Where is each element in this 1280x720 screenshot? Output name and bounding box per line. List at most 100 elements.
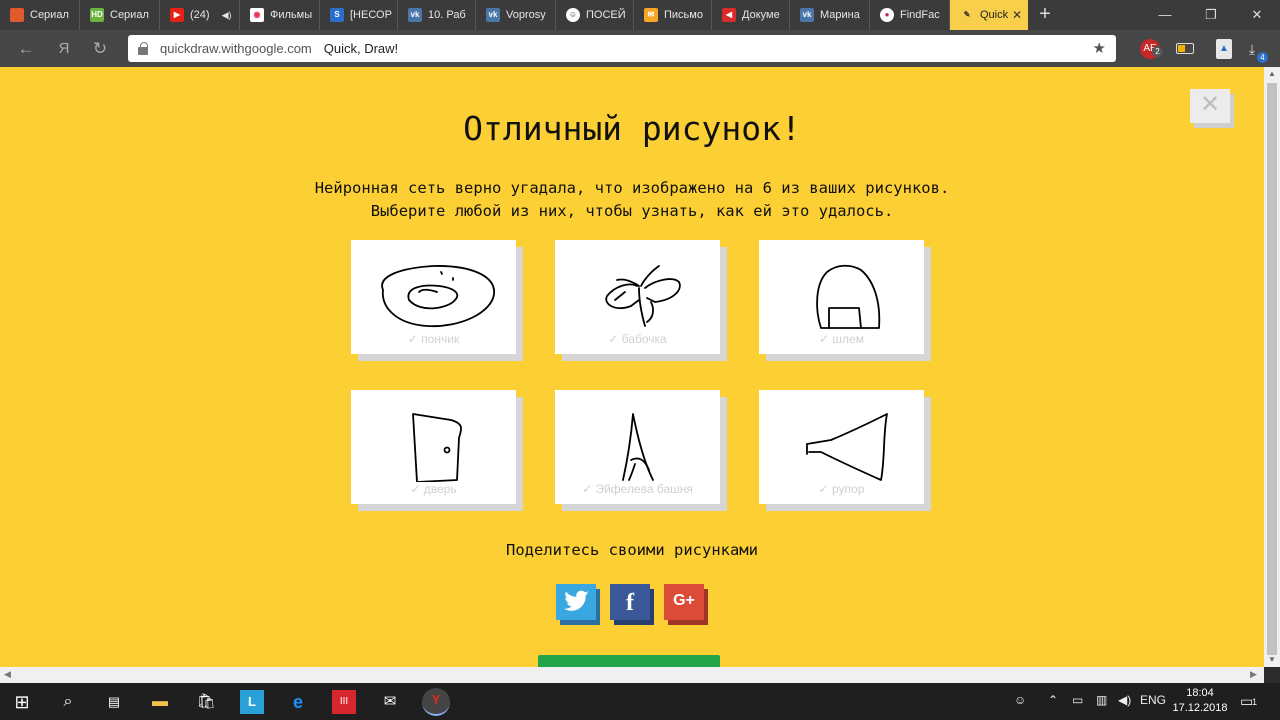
scroll-left-icon[interactable]: ◀ xyxy=(4,669,11,680)
drawing-label: ✓ пончик xyxy=(407,332,460,346)
drawing-label: ✓ рупор xyxy=(818,482,865,496)
media-app-icon[interactable]: III xyxy=(332,690,356,714)
quickdraw-icon: ✎ xyxy=(963,10,971,19)
browser-tab-1[interactable]: Сериал xyxy=(0,0,80,30)
windows-start-icon[interactable]: ⊞ xyxy=(10,690,34,714)
tab-label: ПОСЕЙ xyxy=(586,9,626,21)
people-icon[interactable]: ☺ xyxy=(1014,693,1026,707)
vertical-scrollbar[interactable]: ▲ ▼ xyxy=(1264,67,1280,667)
megaphone-drawing xyxy=(806,413,888,481)
tab-label: FindFac xyxy=(900,9,940,21)
tab-label: Марина xyxy=(820,9,860,21)
drawing-card-donut[interactable]: ✓ пончик xyxy=(351,240,516,354)
drawing-card-door[interactable]: ✓ дверь xyxy=(351,390,516,504)
restore-icon[interactable]: ❐ xyxy=(1188,0,1234,30)
network-icon[interactable]: ▥ xyxy=(1096,693,1107,707)
tab-label: Quick xyxy=(980,9,1009,21)
volume-icon[interactable]: ◀) xyxy=(1118,693,1131,707)
browser-tab-3[interactable]: ▶ (24) ◀) xyxy=(160,0,240,30)
scroll-thumb[interactable] xyxy=(1267,83,1277,655)
address-bar[interactable]: quickdraw.withgoogle.com Quick, Draw! ★ xyxy=(128,35,1116,62)
speaker-icon: ◀) xyxy=(221,9,232,20)
file-explorer-icon[interactable]: ▬ xyxy=(148,690,172,714)
browser-toolbar: ← Я ↻ quickdraw.withgoogle.com Quick, Dr… xyxy=(0,30,1280,67)
battery-icon[interactable] xyxy=(1176,43,1194,54)
scroll-right-icon[interactable]: ▶ xyxy=(1250,669,1257,680)
tab-label: (24) xyxy=(190,9,210,21)
windows-taskbar: ⊞ ⌕ ▤ ▬ 🛍 L e III ✉ Y ☺ ⌃ ▭ ▥ ◀) ENG 18:… xyxy=(0,683,1280,720)
helmet-drawing xyxy=(816,264,881,329)
scroll-down-icon[interactable]: ▼ xyxy=(1264,655,1280,664)
reload-icon[interactable]: ↻ xyxy=(88,37,112,61)
scroll-up-icon[interactable]: ▲ xyxy=(1264,69,1280,78)
mail-app-icon[interactable]: ✉ xyxy=(378,690,402,714)
vk-icon: vk xyxy=(408,8,422,22)
close-tab-icon[interactable]: ✕ xyxy=(1012,8,1022,22)
eye-icon: ◉ xyxy=(250,8,264,22)
tab-favicon: ● xyxy=(880,8,894,22)
horizontal-scrollbar[interactable]: ◀ ▶ xyxy=(0,667,1264,683)
clock-time: 18:04 xyxy=(1186,687,1214,699)
task-view-icon[interactable]: ▤ xyxy=(102,690,126,714)
window-close-icon[interactable]: ✕ xyxy=(1234,0,1280,30)
browser-tab-5[interactable]: S [НЕСОР xyxy=(320,0,398,30)
page-subtitle: Нейронная сеть верно угадала, что изобра… xyxy=(0,177,1264,223)
yandex-browser-taskbar-icon[interactable]: Y xyxy=(422,688,450,716)
new-tab-icon[interactable]: + xyxy=(1034,3,1056,25)
browser-tab-4[interactable]: ◉ Фильмы xyxy=(240,0,320,30)
share-title: Поделитесь своими рисунками xyxy=(506,541,758,559)
back-icon[interactable]: ← xyxy=(14,37,38,61)
browser-tab-6[interactable]: vk 10. Раб xyxy=(398,0,476,30)
mail-icon: ✉ xyxy=(644,8,658,22)
bookmark-star-icon[interactable]: ★ xyxy=(1093,39,1106,57)
youtube-icon: ▶ xyxy=(170,8,184,22)
twitter-bird-icon xyxy=(564,590,589,611)
extension-badge: 2 xyxy=(1152,46,1163,57)
battery-tray-icon[interactable]: ▭ xyxy=(1072,693,1083,707)
browser-tab-7[interactable]: vk Voprosy xyxy=(476,0,556,30)
notifications-count: 1 xyxy=(1252,697,1258,707)
browser-tab-9[interactable]: ✉ Письмо xyxy=(634,0,712,30)
drawing-card-eiffel[interactable]: ✓ Эйфелева башня xyxy=(555,390,720,504)
yandex-logo-icon[interactable]: Я xyxy=(52,37,76,61)
lingualeo-icon[interactable]: L xyxy=(240,690,264,714)
vk-icon: vk xyxy=(800,8,814,22)
tray-chevron-icon[interactable]: ⌃ xyxy=(1048,693,1058,707)
browser-tab-10[interactable]: ◀ Докуме xyxy=(712,0,790,30)
browser-tab-strip: Сериал HD Сериал ▶ (24) ◀) ◉ Фильмы S [Н… xyxy=(0,0,1280,30)
vk-icon: vk xyxy=(486,8,500,22)
store-icon[interactable]: 🛍 xyxy=(194,690,218,714)
tab-label: [НЕСОР xyxy=(350,9,392,21)
lock-icon xyxy=(138,41,148,55)
continue-button[interactable] xyxy=(538,655,720,667)
browser-tab-11[interactable]: vk Марина xyxy=(790,0,870,30)
minimize-icon[interactable]: — xyxy=(1142,0,1188,30)
drawing-card-helmet[interactable]: ✓ шлем xyxy=(759,240,924,354)
drawing-card-megaphone[interactable]: ✓ рупор xyxy=(759,390,924,504)
browser-tab-8[interactable]: ☺ ПОСЕЙ xyxy=(556,0,634,30)
downloads-badge: 4 xyxy=(1257,52,1268,63)
page-title: Отличный рисунок! xyxy=(463,109,801,148)
tab-favicon: ☺ xyxy=(566,8,580,22)
tab-label: Сериал xyxy=(110,9,149,21)
drawing-card-butterfly[interactable]: ✓ бабочка xyxy=(555,240,720,354)
google-plus-share-button[interactable]: G+ xyxy=(664,584,704,620)
facebook-share-button[interactable]: f xyxy=(610,584,650,620)
door-drawing xyxy=(412,413,462,482)
drawing-label: ✓ дверь xyxy=(410,482,457,496)
system-clock[interactable]: 18:04 17.12.2018 xyxy=(1172,686,1228,716)
search-icon[interactable]: ⌕ xyxy=(56,690,80,714)
drawing-label: ✓ шлем xyxy=(819,332,864,346)
tab-label: Фильмы xyxy=(270,9,313,21)
browser-tab-2[interactable]: HD Сериал xyxy=(80,0,160,30)
tab-favicon xyxy=(10,8,24,22)
browser-tab-quickdraw[interactable]: ✎ Quick ✕ xyxy=(950,0,1028,30)
subtitle-line-1: Нейронная сеть верно угадала, что изобра… xyxy=(314,179,950,197)
edge-icon[interactable]: e xyxy=(286,690,310,714)
tab-label: Письмо xyxy=(664,9,703,21)
twitter-share-button[interactable] xyxy=(556,584,596,620)
language-indicator[interactable]: ENG xyxy=(1140,693,1166,707)
tab-label: Voprosy xyxy=(506,9,546,21)
browser-tab-12[interactable]: ● FindFac xyxy=(870,0,950,30)
image-extension-icon[interactable]: ▲ xyxy=(1216,39,1232,59)
